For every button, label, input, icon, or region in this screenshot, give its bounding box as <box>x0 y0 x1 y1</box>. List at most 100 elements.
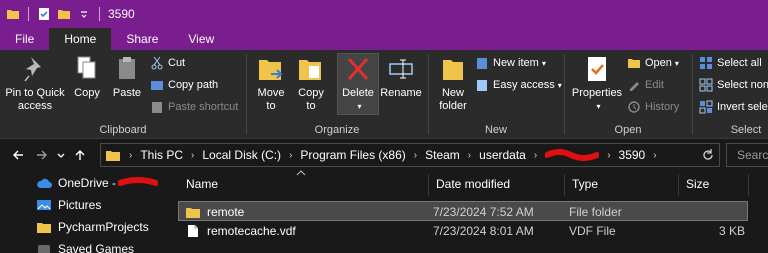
file-name: remote <box>207 205 245 219</box>
pin-to-quick-access-button[interactable]: Pin to Quick access <box>4 54 66 113</box>
easy-access-icon <box>477 80 487 91</box>
breadcrumb-current-folder[interactable]: 3590 <box>619 148 646 162</box>
open-folder-icon <box>628 59 640 68</box>
rename-button[interactable]: Rename <box>380 54 422 100</box>
column-header-name[interactable]: Name <box>178 170 428 198</box>
new-item-label: New item <box>493 57 539 69</box>
copy-icon <box>77 56 96 79</box>
new-group-label: New <box>484 124 507 136</box>
toolbar-divider <box>28 7 29 21</box>
delete-x-icon <box>347 57 369 81</box>
paste-button[interactable]: Paste <box>110 54 144 100</box>
copy-button[interactable]: Copy <box>70 54 104 100</box>
type-cell: VDF File <box>569 224 616 238</box>
cloud-icon <box>37 178 52 188</box>
nav-item-pycharmprojects[interactable]: PycharmProjects <box>0 216 166 238</box>
tab-home[interactable]: Home <box>49 28 112 50</box>
up-arrow-icon[interactable] <box>68 143 92 167</box>
breadcrumb-separator[interactable]: › <box>534 150 537 161</box>
breadcrumb-separator[interactable]: › <box>653 150 656 161</box>
new-group: New folder New item ▾ Easy access ▾ New <box>429 50 563 139</box>
file-name-cell: remotecache.vdf <box>185 221 296 241</box>
breadcrumb-this-pc[interactable]: This PC <box>140 148 183 162</box>
column-header-date-modified[interactable]: Date modified <box>428 170 564 198</box>
navigation-pane: OneDrive - Pictures PycharmProjects Save… <box>0 170 166 253</box>
open-label: Open <box>645 57 672 69</box>
nav-item-saved-games[interactable]: Saved Games <box>0 238 166 253</box>
tab-share[interactable]: Share <box>111 28 173 50</box>
tab-view[interactable]: View <box>173 28 229 50</box>
column-header-type[interactable]: Type <box>564 170 678 198</box>
new-folder-button[interactable]: New folder <box>435 54 471 113</box>
move-to-label-line2: to <box>266 100 276 112</box>
copy-path-button[interactable]: Copy path <box>150 78 218 92</box>
pin-label-line2: access <box>17 100 53 112</box>
navigation-bar: › This PC › Local Disk (C:) › Program Fi… <box>0 140 768 170</box>
easy-access-label: Easy access <box>493 79 555 91</box>
breadcrumb-program-files[interactable]: Program Files (x86) <box>300 148 405 162</box>
breadcrumb-separator[interactable]: › <box>468 150 471 161</box>
saved-games-icon <box>38 245 50 253</box>
delete-button[interactable]: Delete ▾ <box>337 53 379 115</box>
size-cell <box>683 202 745 222</box>
folder-icon <box>37 223 51 233</box>
file-icon <box>188 225 198 237</box>
properties-label: Properties <box>571 87 623 99</box>
copy-to-icon <box>299 60 321 80</box>
pin-label-line1: Pin to Quick <box>5 87 65 99</box>
history-button[interactable]: History <box>627 100 679 114</box>
table-row[interactable]: remotecache.vdf 7/23/2024 8:01 AM VDF Fi… <box>178 221 748 241</box>
select-none-button[interactable]: Select none <box>699 78 768 92</box>
breadcrumb-steam[interactable]: Steam <box>425 148 460 162</box>
clipboard-group: Pin to Quick access Copy Paste Cut Copy … <box>0 50 246 139</box>
breadcrumb-local-disk[interactable]: Local Disk (C:) <box>202 148 281 162</box>
breadcrumb-separator[interactable]: › <box>129 150 132 161</box>
scissors-icon <box>151 56 163 70</box>
breadcrumb-userdata[interactable]: userdata <box>479 148 526 162</box>
easy-access-button[interactable]: Easy access ▾ <box>475 78 562 92</box>
breadcrumb-separator[interactable]: › <box>289 150 292 161</box>
column-divider[interactable] <box>748 174 749 196</box>
customize-toolbar-icon[interactable] <box>77 7 91 21</box>
pictures-icon <box>37 200 51 210</box>
tab-file[interactable]: File <box>0 28 50 50</box>
nav-item-onedrive[interactable]: OneDrive - <box>0 172 166 194</box>
invert-selection-button[interactable]: Invert selection <box>699 100 768 114</box>
new-item-button[interactable]: New item ▾ <box>475 56 546 70</box>
delete-label: Delete <box>342 87 374 99</box>
edit-button[interactable]: Edit <box>627 78 664 92</box>
nav-item-pictures[interactable]: Pictures <box>0 194 166 216</box>
select-none-label: Select none <box>717 79 768 91</box>
paste-icon <box>119 57 135 79</box>
recent-locations-chevron-icon[interactable] <box>54 143 68 167</box>
properties-button[interactable]: Properties ▾ <box>569 54 625 113</box>
table-row[interactable]: remote 7/23/2024 7:52 AM File folder <box>178 201 748 221</box>
paste-shortcut-button[interactable]: Paste shortcut <box>150 100 238 114</box>
forward-arrow-icon[interactable] <box>30 143 54 167</box>
copy-to-button[interactable]: Copy to <box>293 54 329 113</box>
rename-label: Rename <box>380 87 422 99</box>
cut-button[interactable]: Cut <box>150 56 185 70</box>
nav-item-label: OneDrive - <box>58 176 117 190</box>
select-all-button[interactable]: Select all <box>699 56 762 70</box>
open-group: Properties ▾ Open ▾ Edit History Open <box>565 50 691 139</box>
copy-path-icon <box>151 81 163 90</box>
breadcrumb-separator[interactable]: › <box>191 150 194 161</box>
copy-to-label-line1: Copy <box>298 87 324 99</box>
properties-check-icon <box>588 57 606 81</box>
refresh-icon[interactable] <box>701 148 715 165</box>
search-input[interactable]: Search <box>726 143 768 167</box>
back-arrow-icon[interactable] <box>6 143 30 167</box>
open-button[interactable]: Open ▾ <box>627 56 679 70</box>
column-header-size[interactable]: Size <box>678 170 748 198</box>
breadcrumb-separator[interactable]: › <box>414 150 417 161</box>
address-bar[interactable]: › This PC › Local Disk (C:) › Program Fi… <box>100 143 720 167</box>
folder-icon <box>7 10 19 19</box>
file-name-cell: remote <box>185 202 244 222</box>
breadcrumb-separator[interactable]: › <box>607 150 610 161</box>
nav-item-label: PycharmProjects <box>58 220 149 234</box>
window-title: 3590 <box>108 7 135 21</box>
move-to-button[interactable]: Move to <box>253 54 289 113</box>
new-folder-icon[interactable] <box>57 7 71 21</box>
properties-check-icon[interactable] <box>37 7 51 21</box>
